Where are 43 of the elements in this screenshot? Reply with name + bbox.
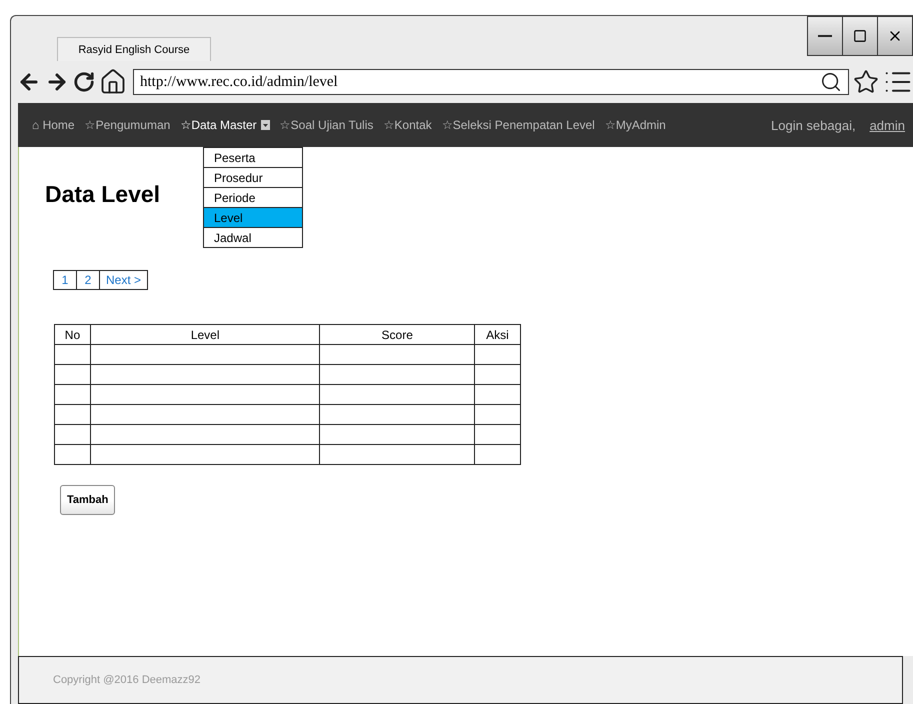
table-cell	[54, 404, 90, 424]
table-cell	[474, 404, 520, 424]
table-cell	[474, 444, 520, 464]
nav-item[interactable]: ☆Pengumuman	[84, 118, 170, 132]
home-icon[interactable]	[99, 68, 127, 96]
page-link[interactable]: 1	[53, 270, 77, 290]
add-button[interactable]: Tambah	[60, 485, 115, 515]
nav-item[interactable]: ☆Data Master	[180, 118, 270, 132]
address-bar[interactable]: http://www.rec.co.id/admin/level	[133, 69, 849, 95]
page-link[interactable]: 2	[76, 270, 100, 290]
nav-item[interactable]: ☆Soal Ujian Tulis	[280, 118, 374, 132]
search-icon[interactable]	[820, 71, 842, 93]
page-link[interactable]: Next >	[99, 270, 148, 290]
refresh-icon[interactable]	[73, 71, 95, 93]
star-icon[interactable]	[853, 69, 879, 95]
admin-link[interactable]: admin	[870, 118, 905, 132]
nav-item[interactable]: ☆MyAdmin	[604, 118, 666, 132]
table-cell	[474, 424, 520, 444]
table-cell	[54, 364, 90, 384]
table-cell	[54, 344, 90, 364]
column-header: Score	[320, 324, 475, 344]
browser-tab[interactable]: Rasyid English Course	[57, 37, 211, 61]
table-cell	[54, 444, 90, 464]
minimize-button[interactable]	[807, 16, 843, 56]
table-cell	[474, 344, 520, 364]
minimize-icon	[818, 35, 832, 37]
nav-item[interactable]: ☆Kontak	[383, 118, 432, 132]
column-header: Aksi	[474, 324, 520, 344]
column-header: Level	[90, 324, 320, 344]
table-cell	[474, 384, 520, 404]
dropdown-item[interactable]: Level	[204, 208, 302, 228]
nav-item[interactable]: ☆Seleksi Penempatan Level	[442, 118, 595, 132]
table-cell	[474, 364, 520, 384]
table-cell	[54, 424, 90, 444]
nav-item[interactable]: ⌂ Home	[32, 118, 75, 132]
copyright-text: Copyright @2016 Deemazz92	[53, 674, 201, 686]
page-title: Data Level	[45, 181, 160, 208]
login-label: Login sebagai,	[771, 118, 856, 132]
table-cell	[54, 384, 90, 404]
column-header: No	[54, 324, 90, 344]
maximize-icon	[853, 29, 867, 43]
close-button[interactable]	[877, 16, 913, 56]
maximize-button[interactable]	[842, 16, 878, 56]
